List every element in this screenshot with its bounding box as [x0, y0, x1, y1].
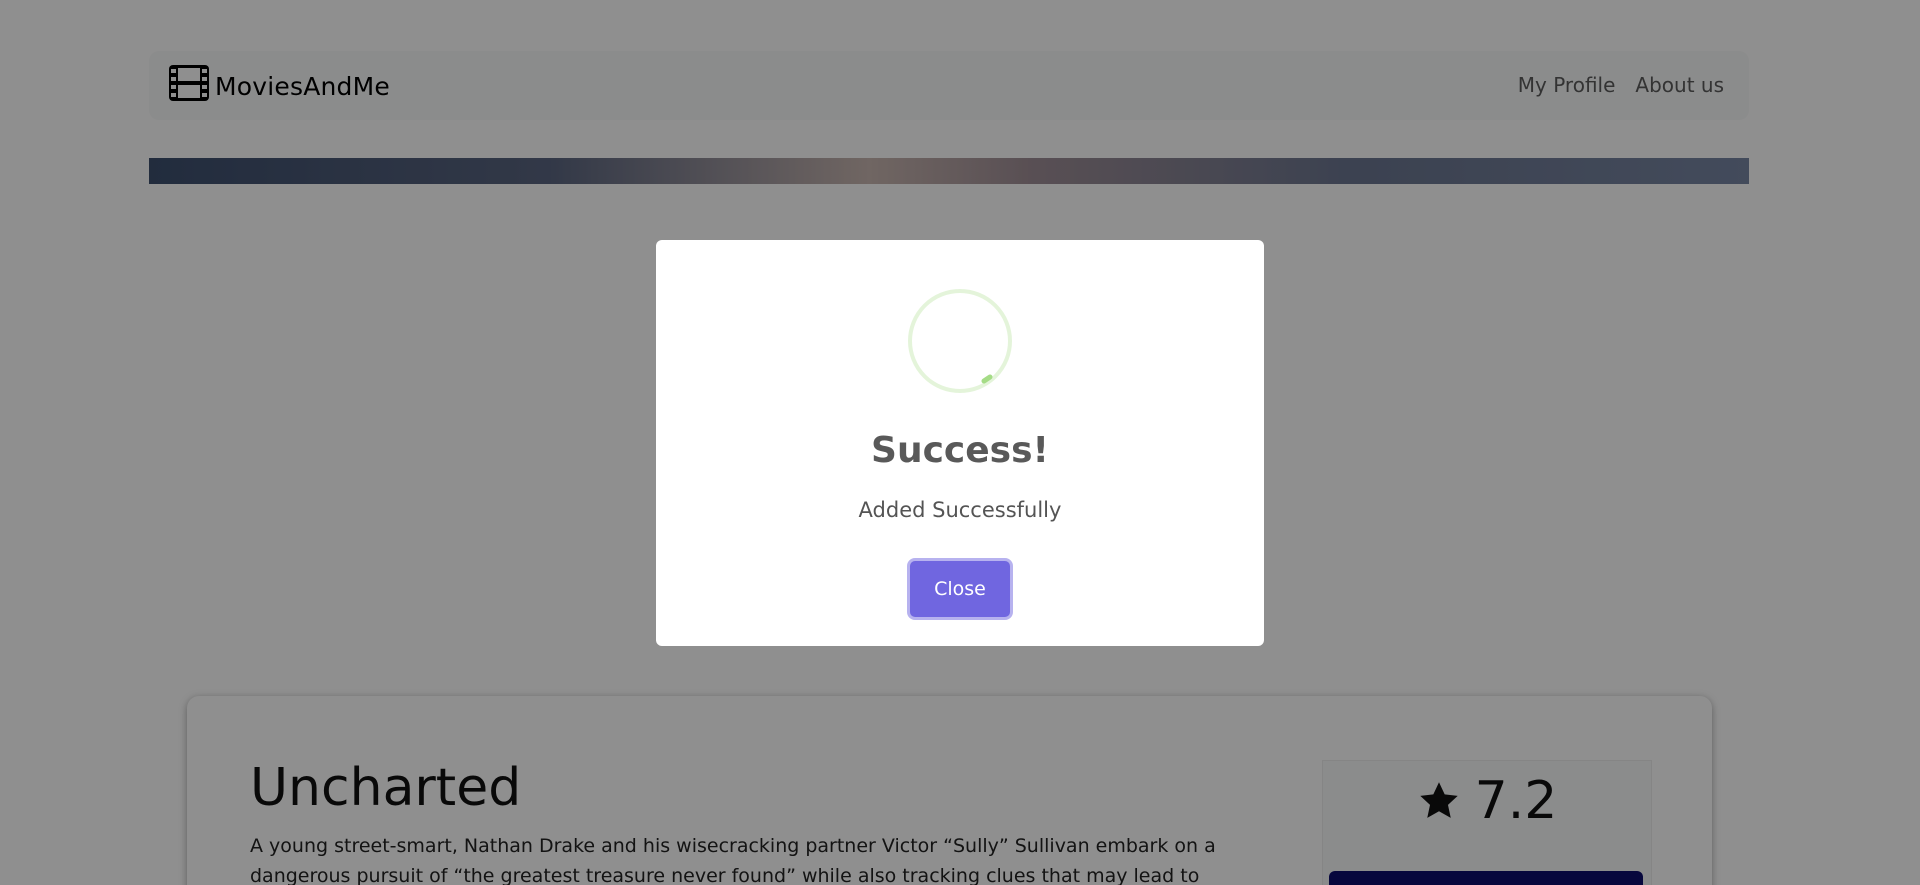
success-modal: Success! Added Successfully Close	[656, 240, 1264, 646]
page: MoviesAndMe My Profile About us Uncharte…	[0, 0, 1920, 885]
close-button[interactable]: Close	[910, 561, 1010, 617]
modal-message: Added Successfully	[858, 498, 1062, 522]
success-icon	[908, 289, 1012, 393]
modal-title: Success!	[871, 430, 1049, 471]
